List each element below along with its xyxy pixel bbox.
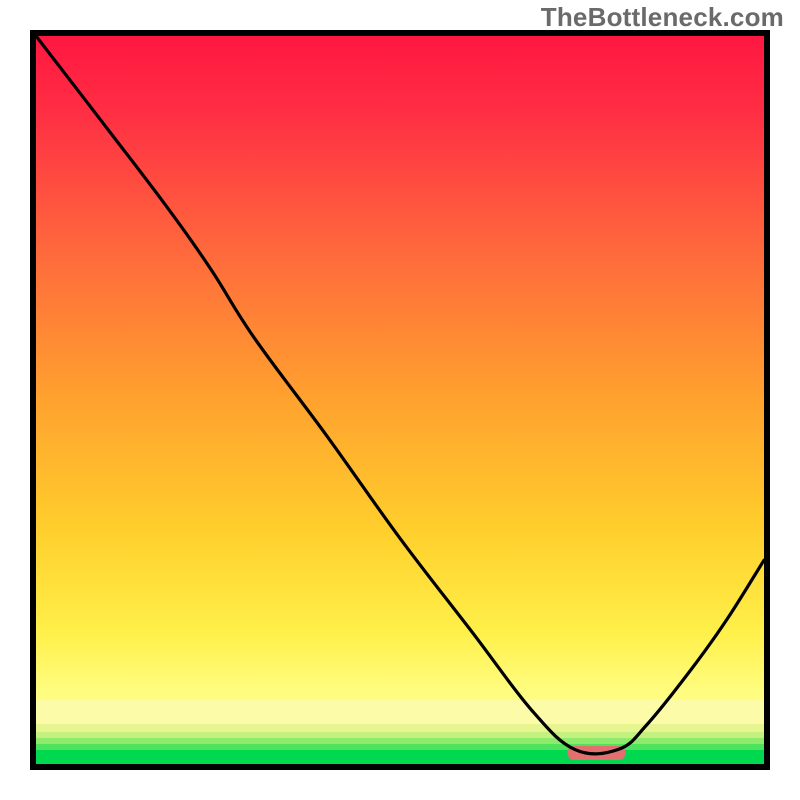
chart-container: TheBottleneck.com (0, 0, 800, 800)
band-green (36, 750, 764, 764)
watermark-text: TheBottleneck.com (541, 2, 784, 33)
gradient-background (36, 36, 764, 764)
plot-frame (30, 30, 770, 770)
chart-svg (30, 30, 770, 770)
